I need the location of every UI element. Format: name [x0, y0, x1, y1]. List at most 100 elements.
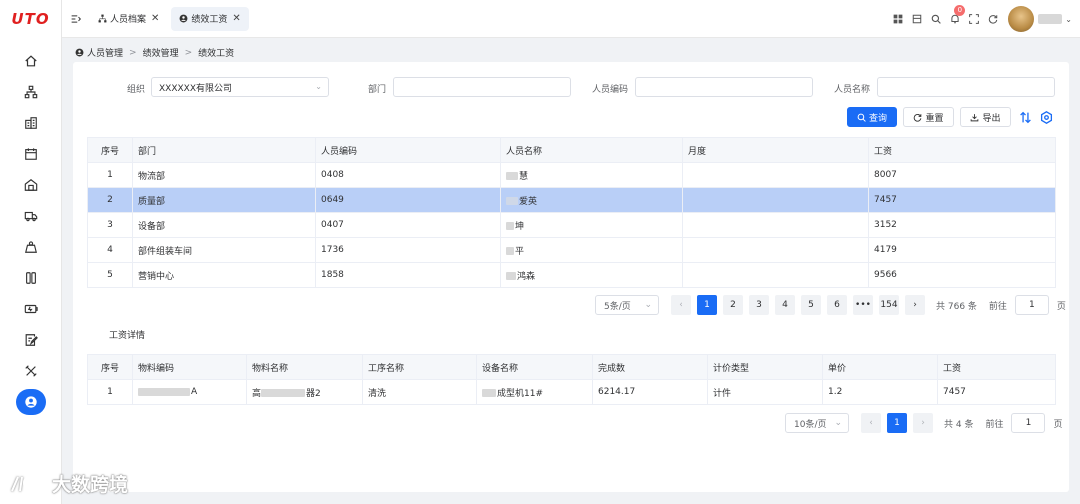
search-icon[interactable]	[926, 14, 945, 24]
org-chart-icon	[98, 14, 107, 23]
page-button[interactable]: 1	[887, 413, 907, 433]
column-header[interactable]: 计价类型	[707, 354, 823, 380]
page-button[interactable]: 3	[749, 295, 769, 315]
menu-collapse-icon[interactable]	[66, 14, 86, 24]
org-label: 组织	[127, 85, 146, 95]
page-button[interactable]: 1	[697, 295, 717, 315]
close-icon[interactable]: ✕	[151, 13, 159, 24]
building-icon[interactable]	[0, 107, 62, 138]
page-button[interactable]: 5	[801, 295, 821, 315]
column-header[interactable]: 人员编码	[315, 137, 501, 163]
prev-page-button[interactable]: ‹	[671, 295, 691, 315]
page-unit: 页	[1056, 301, 1066, 312]
prev-page-button[interactable]: ‹	[861, 413, 881, 433]
tab-performance-salary[interactable]: 绩效工资 ✕	[171, 6, 249, 31]
column-header[interactable]: 序号	[87, 354, 133, 380]
warehouse-icon[interactable]	[0, 169, 62, 200]
total-count: 共 4 条	[944, 419, 974, 430]
chevron-down-icon: ⌄	[644, 300, 652, 310]
column-header[interactable]: 设备名称	[476, 354, 593, 380]
settings-icon[interactable]	[1038, 109, 1054, 125]
page-button[interactable]: 6	[827, 295, 847, 315]
fullscreen-icon[interactable]	[964, 14, 983, 24]
weight-icon[interactable]	[0, 231, 62, 262]
page-button[interactable]: 2	[723, 295, 743, 315]
dept-input[interactable]	[393, 77, 571, 97]
home-icon[interactable]	[0, 45, 62, 76]
breadcrumb-item: 绩效工资	[198, 49, 235, 59]
app-logo[interactable]: UTO	[0, 0, 61, 38]
battery-icon[interactable]	[0, 293, 62, 324]
page-button[interactable]: 4	[775, 295, 795, 315]
pagination: 5条/页 ⌄ ‹ 1 2 3 4 5 6 ••• 154 › 共 766 条 前往…	[595, 295, 1066, 315]
breadcrumb-item[interactable]: 人员管理	[87, 46, 123, 59]
edit-doc-icon[interactable]	[0, 324, 62, 355]
org-chart-icon[interactable]	[0, 76, 62, 107]
columns-icon[interactable]	[0, 262, 62, 293]
watermark: 大数跨境	[8, 470, 128, 497]
tab-label: 人员档案	[110, 15, 147, 25]
column-header[interactable]: 月度	[682, 137, 869, 163]
table-row[interactable]: 3 设备部 0407 坤 3152	[87, 212, 1056, 238]
breadcrumb-item[interactable]: 绩效管理	[143, 46, 179, 59]
printer-icon[interactable]	[907, 14, 926, 24]
total-count: 共 766 条	[936, 301, 977, 312]
goto-page-input[interactable]: 1	[1011, 413, 1046, 433]
table-row[interactable]: 1 A 高器2 清洗 成型机11# 6214.17 计件 1.2 7457	[87, 379, 1056, 405]
table-row-selected[interactable]: 2 质量部 0649 爱英 7457	[87, 187, 1056, 213]
breadcrumb: 人员管理 > 绩效管理 > 绩效工资	[75, 46, 234, 59]
salary-table: 序号 部门 人员编码 人员名称 月度 工资 1 物流部 0408 慧 8007 …	[87, 137, 1056, 288]
tab-label: 绩效工资	[191, 15, 228, 25]
page-size-select[interactable]: 5条/页 ⌄	[595, 295, 659, 315]
sidebar-menu	[0, 45, 62, 417]
next-page-button[interactable]: ›	[913, 413, 933, 433]
column-header[interactable]: 工资	[868, 137, 1056, 163]
truck-icon[interactable]	[0, 200, 62, 231]
goto-page-input[interactable]: 1	[1014, 295, 1049, 315]
column-header[interactable]: 工资	[937, 354, 1056, 380]
chevron-down-icon[interactable]: ⌄	[1065, 15, 1072, 24]
salary-detail-title: 工资详情	[109, 331, 146, 341]
goto-label: 前往	[988, 301, 1007, 312]
sidebar: UTO	[0, 0, 62, 504]
column-header[interactable]: 完成数	[592, 354, 708, 380]
page-button[interactable]: 154	[879, 295, 899, 315]
table-row[interactable]: 5 营销中心 1858 鸿森 9566	[87, 262, 1056, 288]
user-circle-icon	[75, 48, 84, 57]
grid-icon[interactable]	[888, 14, 907, 24]
username-blurred[interactable]	[1038, 14, 1063, 24]
download-icon	[971, 113, 979, 121]
column-header[interactable]: 序号	[87, 137, 133, 163]
tab-personnel-archive[interactable]: 人员档案 ✕	[90, 7, 167, 31]
calendar-icon[interactable]	[0, 138, 62, 169]
avatar[interactable]	[1008, 6, 1035, 32]
column-header[interactable]: 工序名称	[362, 354, 477, 380]
chevron-down-icon: ⌄	[315, 82, 322, 91]
page-size-select[interactable]: 10条/页 ⌄	[785, 413, 849, 433]
org-select[interactable]: XXXXXX有限公司 ⌄	[151, 77, 329, 97]
reset-button[interactable]: 重置	[903, 107, 954, 127]
refresh-icon	[914, 113, 922, 122]
sort-icon[interactable]	[1017, 109, 1033, 125]
user-circle-icon	[179, 14, 188, 23]
name-input[interactable]	[877, 77, 1055, 97]
code-input[interactable]	[635, 77, 813, 97]
tools-icon[interactable]	[0, 355, 62, 386]
refresh-icon[interactable]	[983, 14, 1002, 24]
export-button[interactable]: 导出	[960, 107, 1011, 127]
column-header[interactable]: 物料编码	[132, 354, 247, 380]
column-header[interactable]: 物料名称	[246, 354, 363, 380]
bell-icon[interactable]: 0	[945, 5, 966, 24]
column-header[interactable]: 单价	[822, 354, 938, 380]
user-circle-icon[interactable]	[0, 386, 62, 417]
more-pages-button[interactable]: •••	[853, 295, 873, 315]
column-header[interactable]: 部门	[132, 137, 316, 163]
column-header[interactable]: 人员名称	[500, 137, 683, 163]
search-icon	[857, 113, 866, 122]
query-button[interactable]: 查询	[847, 107, 897, 127]
page-unit: 页	[1053, 419, 1063, 430]
close-icon[interactable]: ✕	[232, 13, 240, 24]
table-row[interactable]: 4 部件组装车间 1736 平 4179	[87, 237, 1056, 263]
table-row[interactable]: 1 物流部 0408 慧 8007	[87, 162, 1056, 188]
next-page-button[interactable]: ›	[905, 295, 925, 315]
